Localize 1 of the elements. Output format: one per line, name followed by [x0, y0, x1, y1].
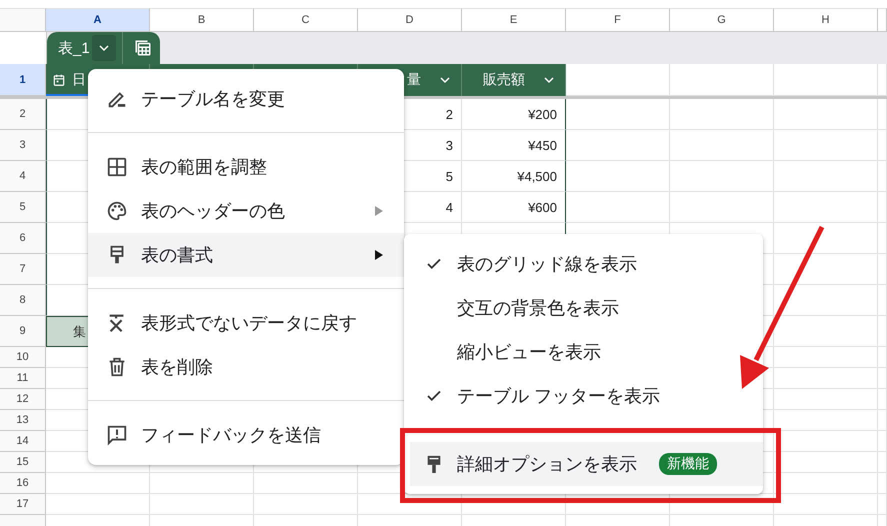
new-badge: 新機能 — [659, 453, 717, 475]
